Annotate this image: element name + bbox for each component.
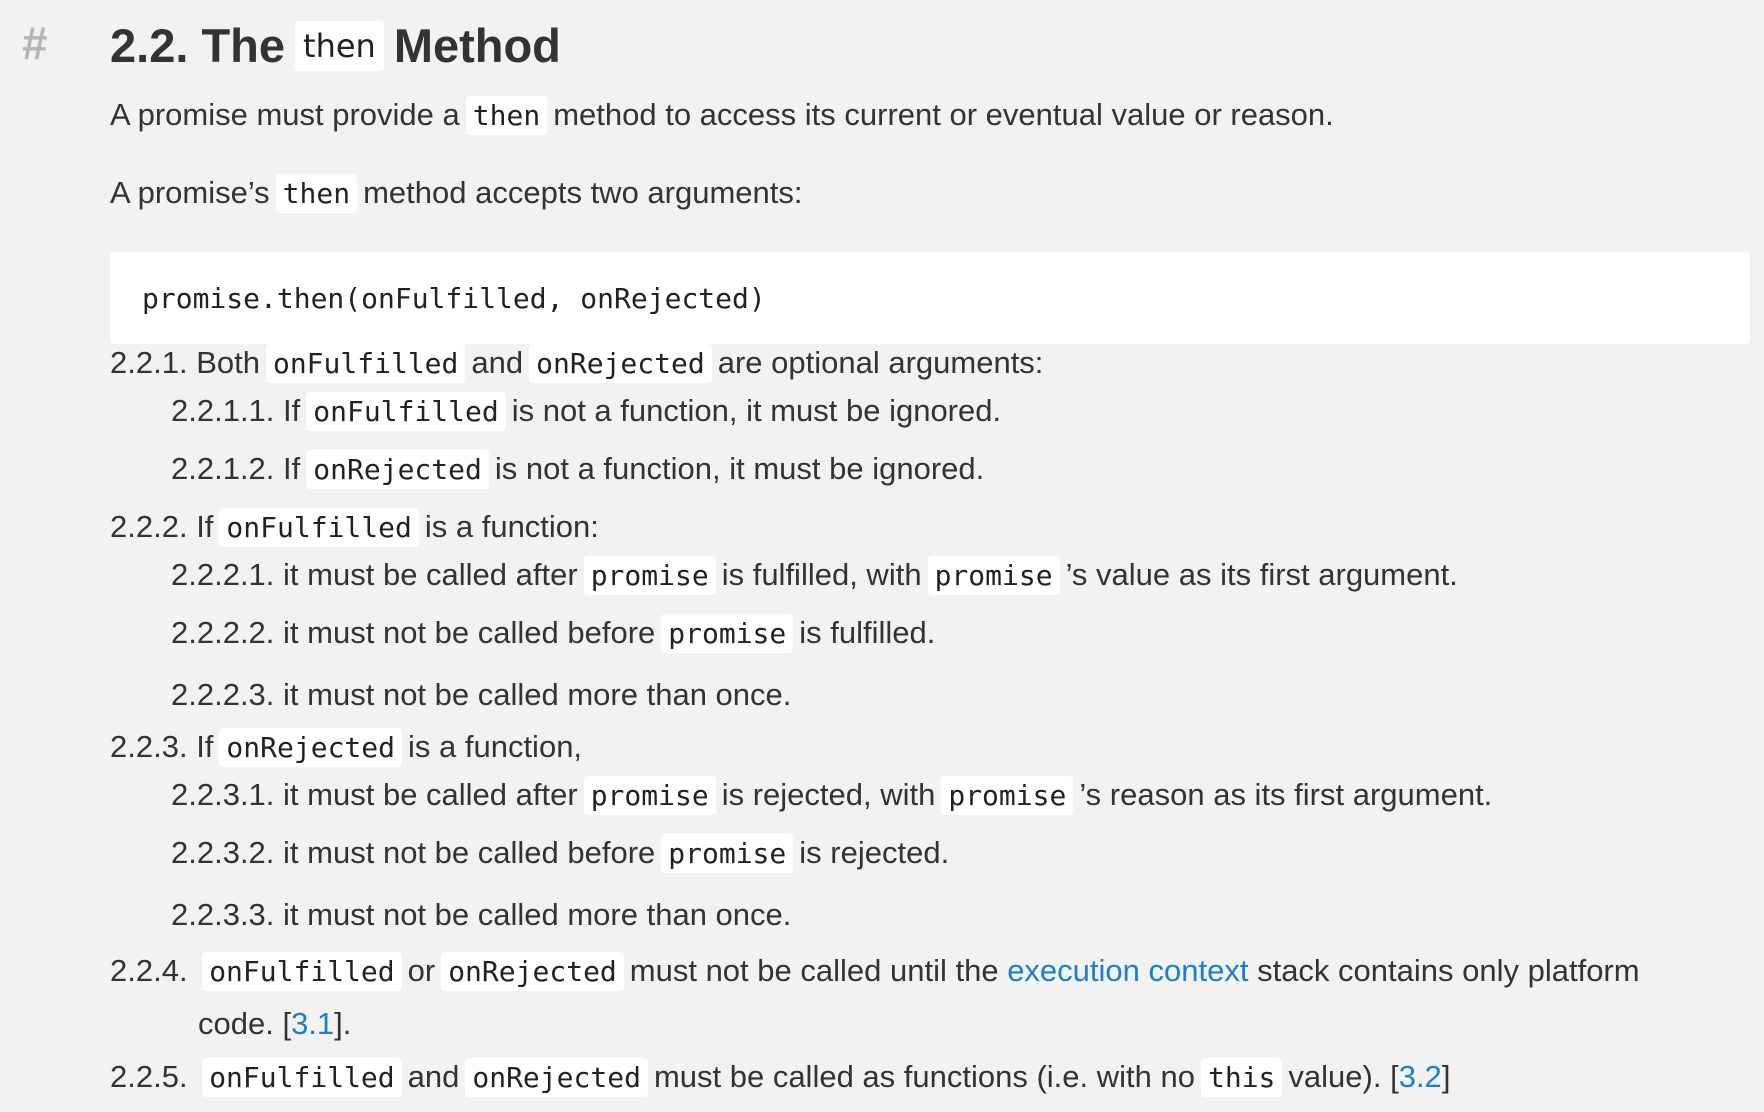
section-anchor-link[interactable]: # xyxy=(22,16,48,70)
heading-suffix: Method xyxy=(393,19,561,73)
text: it must not be called before xyxy=(283,615,656,650)
note-3-1-link[interactable]: 3.1 xyxy=(291,1006,334,1041)
text: is a function: xyxy=(424,509,599,544)
inline-code: promise xyxy=(583,556,716,595)
list-item-2-2-2-3: 2.2.2.3. it must not be called more than… xyxy=(171,676,791,713)
item-number: 2.2.3.2. xyxy=(171,835,275,870)
text: is fulfilled. xyxy=(799,615,936,650)
text: If xyxy=(196,729,214,764)
code-block: promise.then(onFulfilled, onRejected) xyxy=(110,252,1750,344)
text: it must not be called more than once. xyxy=(283,897,792,932)
text: are optional arguments: xyxy=(717,345,1044,380)
text: is rejected, with xyxy=(721,777,936,812)
list-item-2-2-2-1: 2.2.2.1. it must be called after promise i… xyxy=(171,556,1458,595)
inline-code: onFulfilled xyxy=(202,1058,402,1097)
list-item-2-2-4-continuation: code. [3.1]. xyxy=(198,1006,351,1042)
text: If xyxy=(283,451,301,486)
execution-context-link[interactable]: execution context xyxy=(1007,953,1248,988)
text: is not a function, it must be ignored. xyxy=(494,451,985,486)
item-number: 2.2.2.1. xyxy=(171,557,275,592)
text: Both xyxy=(196,345,260,380)
inline-code: onRejected xyxy=(529,344,712,383)
item-number: 2.2.5. xyxy=(110,1059,188,1094)
text: If xyxy=(196,509,214,544)
inline-code: onRejected xyxy=(219,728,402,767)
section-heading: 2.2. The then Method xyxy=(110,14,561,73)
inline-code: promise xyxy=(661,614,794,653)
inline-code: then xyxy=(275,174,358,213)
list-item-2-2-3-2: 2.2.3.2. it must not be called before pro… xyxy=(171,834,950,873)
inline-code: onFulfilled xyxy=(265,344,466,383)
inline-code: onFulfilled xyxy=(202,952,402,991)
list-item-2-2-3-3: 2.2.3.3. it must not be called more than… xyxy=(171,896,791,933)
list-item-2-2-3: 2.2.3. If onRejected is a function, xyxy=(110,728,583,767)
inline-code: promise xyxy=(927,556,1060,595)
text: is a function, xyxy=(408,729,583,764)
list-item-2-2-1-1: 2.2.1.1. If onFulfilled is not a function,… xyxy=(171,392,1002,431)
note-3-2-link[interactable]: 3.2 xyxy=(1399,1059,1442,1094)
text: it must be called after xyxy=(283,557,578,592)
list-item-2-2-2: 2.2.2. If onFulfilled is a function: xyxy=(110,508,599,547)
item-number: 2.2.1.1. xyxy=(171,393,275,428)
text: If xyxy=(283,393,301,428)
item-number: 2.2.1.2. xyxy=(171,451,275,486)
text: must be called as functions (i.e. with n… xyxy=(653,1059,1195,1094)
inline-code: onFulfilled xyxy=(219,508,419,547)
text: ’s reason as its first argument. xyxy=(1079,777,1493,812)
inline-code: onRejected xyxy=(306,450,489,489)
text: it must not be called before xyxy=(283,835,656,870)
text: is fulfilled, with xyxy=(721,557,922,592)
text: it must be called after xyxy=(283,777,578,812)
text: it must not be called more than once. xyxy=(283,677,792,712)
item-number: 2.2.1. xyxy=(110,345,188,380)
item-number: 2.2.4. xyxy=(110,953,188,988)
inline-code: then xyxy=(465,96,548,135)
list-item-2-2-1: 2.2.1. Both onFulfilled and onRejected are o… xyxy=(110,344,1044,383)
list-item-2-2-2-2: 2.2.2.2. it must not be called before pro… xyxy=(171,614,936,653)
item-number: 2.2.2.2. xyxy=(171,615,275,650)
inline-code: this xyxy=(1200,1058,1283,1097)
text: stack contains only platform xyxy=(1257,953,1640,988)
inline-code: promise xyxy=(583,776,716,815)
intro-paragraph-2: A promise’s then method accepts two argume… xyxy=(110,174,803,213)
text: ’s value as its first argument. xyxy=(1065,557,1458,592)
inline-code: promise xyxy=(661,834,794,873)
text: or xyxy=(407,953,436,988)
item-number: 2.2.3.1. xyxy=(171,777,275,812)
item-number: 2.2.3.3. xyxy=(171,897,275,932)
heading-code: then xyxy=(295,20,384,71)
inline-code: onRejected xyxy=(441,952,624,991)
text: is rejected. xyxy=(799,835,950,870)
intro-paragraph-1: A promise must provide a then method to ac… xyxy=(110,96,1334,135)
text: A promise’s xyxy=(110,175,270,210)
inline-code: promise xyxy=(941,776,1074,815)
text: code. [ xyxy=(198,1006,292,1041)
inline-code: onRejected xyxy=(465,1058,648,1097)
text: must not be called until the xyxy=(629,953,999,988)
text: method to access its current or eventual… xyxy=(553,97,1334,132)
list-item-2-2-3-1: 2.2.3.1. it must be called after promise i… xyxy=(171,776,1493,815)
item-number: 2.2.2. xyxy=(110,509,188,544)
list-item-2-2-5: 2.2.5. onFulfilled and onRejected must be c… xyxy=(110,1058,1451,1097)
list-item-2-2-1-2: 2.2.1.2. If onRejected is not a function, … xyxy=(171,450,985,489)
inline-code: onFulfilled xyxy=(306,392,506,431)
item-number: 2.2.3. xyxy=(110,729,188,764)
heading-number: 2.2. The xyxy=(110,19,286,73)
text: value). [ xyxy=(1288,1059,1399,1094)
text: is not a function, it must be ignored. xyxy=(511,393,1002,428)
text: ]. xyxy=(334,1006,352,1041)
text: and xyxy=(407,1059,460,1094)
text: method accepts two arguments: xyxy=(363,175,803,210)
text: ] xyxy=(1441,1059,1451,1094)
list-item-2-2-4: 2.2.4. onFulfilled or onRejected must not b… xyxy=(110,952,1640,991)
text: and xyxy=(471,345,524,380)
item-number: 2.2.2.3. xyxy=(171,677,275,712)
text: A promise must provide a xyxy=(110,97,460,132)
